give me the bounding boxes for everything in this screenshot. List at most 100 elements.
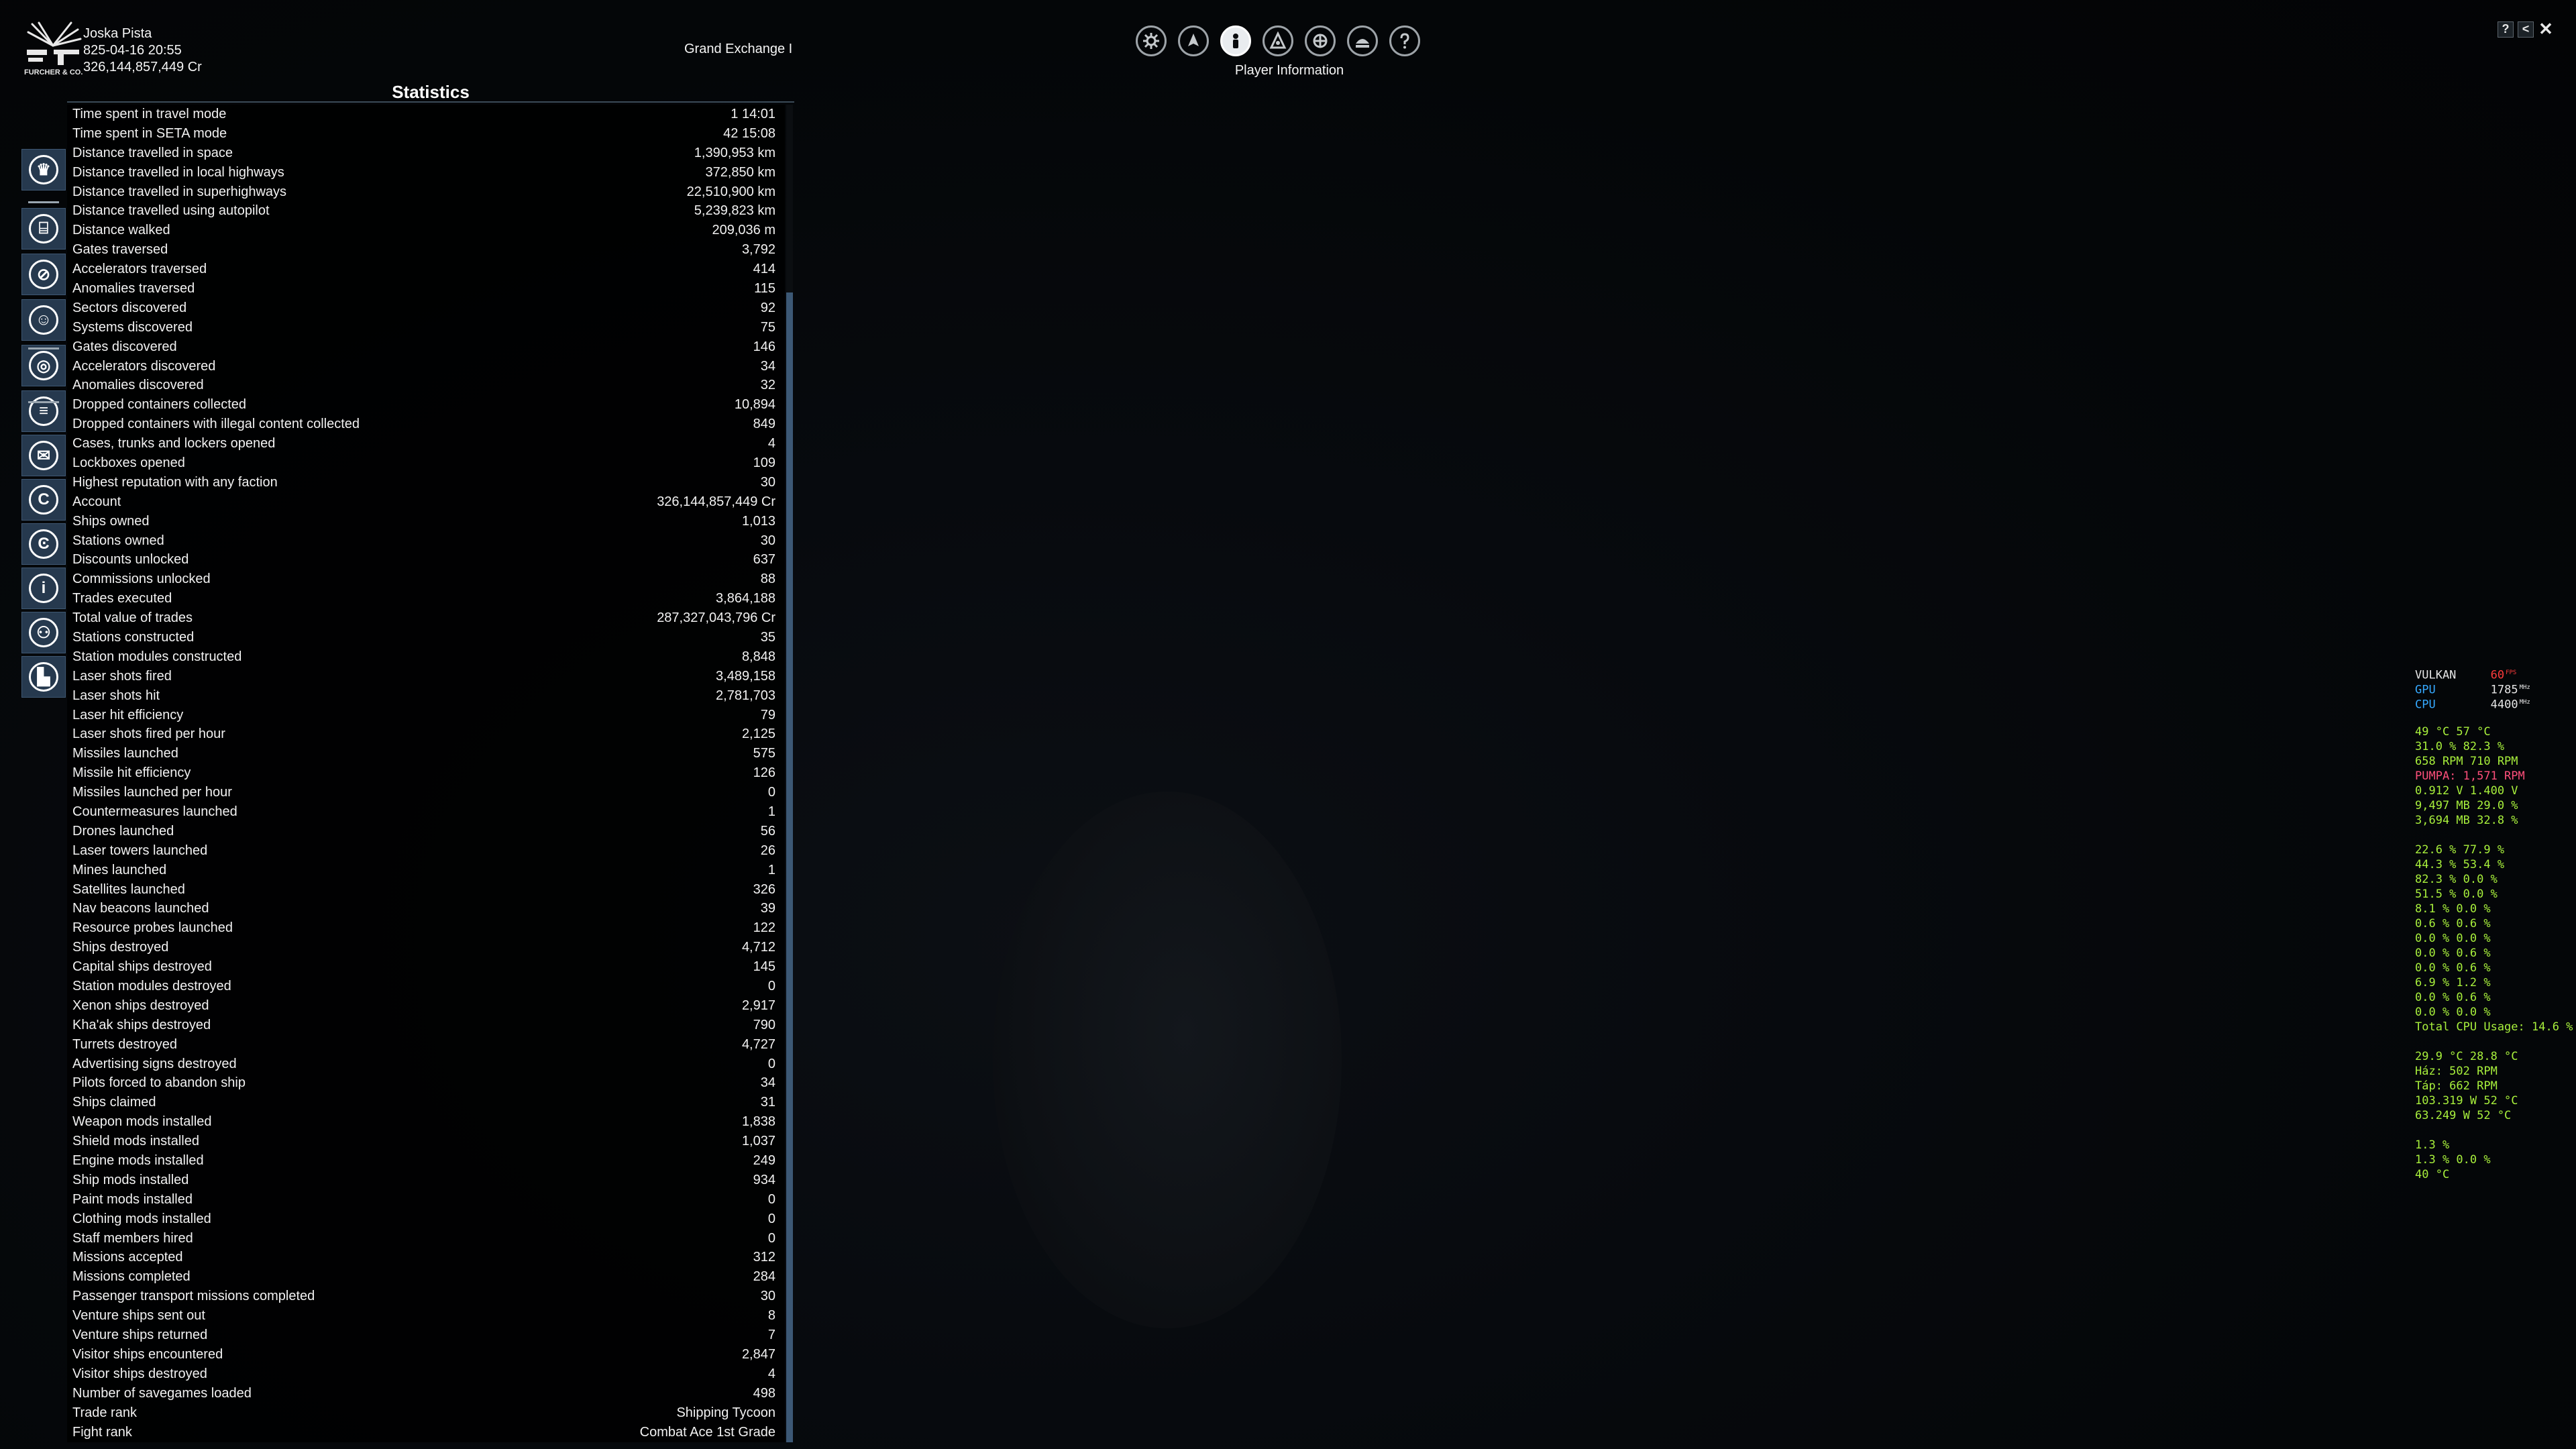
stat-label: Distance travelled using autopilot bbox=[72, 203, 270, 219]
hw-metric-line: 0.6 % 0.6 % bbox=[2415, 917, 2491, 930]
ship-icon[interactable] bbox=[1178, 25, 1209, 56]
help-icon[interactable] bbox=[1389, 25, 1420, 56]
stat-label: Commissions unlocked bbox=[72, 572, 211, 587]
hw-metric-line: 0.0 % 0.6 % bbox=[2415, 991, 2491, 1004]
stat-label: Distance walked bbox=[72, 223, 170, 238]
close-button[interactable]: ✕ bbox=[2538, 20, 2554, 38]
stat-value: Combat Ace 1st Grade bbox=[639, 1424, 775, 1440]
stat-value: 849 bbox=[753, 417, 775, 432]
stat-row: Paint mods installed 0 bbox=[67, 1190, 785, 1210]
player-icon[interactable] bbox=[1220, 25, 1251, 56]
stat-label: Ships claimed bbox=[72, 1095, 156, 1110]
compass-icon[interactable]: ⊘ bbox=[21, 254, 66, 295]
hw-metric-line: 103.319 W 52 °C bbox=[2415, 1094, 2518, 1108]
stat-value: 498 bbox=[753, 1385, 775, 1401]
inventory-icon[interactable]: ≡ bbox=[21, 390, 66, 432]
stat-value: 34 bbox=[760, 358, 775, 374]
character-icon[interactable]: ☺ bbox=[21, 299, 66, 341]
stat-label: Laser towers launched bbox=[72, 843, 208, 858]
menu-title: Player Information bbox=[1234, 63, 1344, 78]
credits-icon[interactable]: C bbox=[21, 479, 66, 521]
crown-icon[interactable]: ♛ bbox=[21, 149, 66, 191]
stat-row: Cases, trunks and lockers opened 4 bbox=[67, 434, 785, 453]
stat-value: 284 bbox=[753, 1269, 775, 1285]
faction-icon[interactable] bbox=[1263, 25, 1293, 56]
stat-value: 0 bbox=[767, 1230, 775, 1246]
stat-row: Engine mods installed 249 bbox=[67, 1151, 785, 1171]
encyclopedia-icon[interactable] bbox=[1347, 25, 1378, 56]
hw-metric-line: 0.0 % 0.6 % bbox=[2415, 961, 2491, 975]
top-menu-bar bbox=[1136, 25, 1420, 56]
target-icon[interactable]: ◎ bbox=[21, 345, 66, 386]
player-name: Joska Pista bbox=[83, 26, 152, 41]
statistics-divider bbox=[67, 101, 794, 103]
stat-label: Anomalies discovered bbox=[72, 378, 204, 393]
stat-label: Venture ships returned bbox=[72, 1328, 208, 1343]
stat-label: Visitor ships destroyed bbox=[72, 1366, 207, 1381]
stat-value: 30 bbox=[760, 533, 775, 548]
cpu-value: 4400 bbox=[2490, 698, 2518, 712]
target-icon-glyph: ◎ bbox=[29, 351, 58, 380]
compass-icon-glyph: ⊘ bbox=[29, 260, 58, 289]
stat-value: 287,327,043,796 Cr bbox=[657, 610, 775, 626]
stat-row: Laser shots fired 3,489,158 bbox=[67, 667, 785, 686]
stat-row: Laser shots hit 2,781,703 bbox=[67, 686, 785, 706]
stat-label: Anomalies traversed bbox=[72, 280, 195, 296]
stat-value: 0 bbox=[767, 1211, 775, 1226]
stat-value: 32 bbox=[760, 378, 775, 393]
stat-value: 1 bbox=[767, 804, 775, 819]
stat-row: Distance travelled in space 1,390,953 km bbox=[67, 144, 785, 163]
info-icon[interactable]: i bbox=[21, 568, 66, 609]
stat-row: Countermeasures launched 1 bbox=[67, 802, 785, 822]
hw-metric-line: 1.3 % 0.0 % bbox=[2415, 1153, 2491, 1167]
stat-row: Time spent in travel mode 1 14:01 bbox=[67, 105, 785, 124]
stat-value: 145 bbox=[753, 959, 775, 975]
stat-row: Sectors discovered 92 bbox=[67, 299, 785, 318]
hw-metric-line: 0.912 V 1.400 V bbox=[2415, 784, 2518, 798]
stat-value: 88 bbox=[760, 572, 775, 587]
stat-value: 22,510,900 km bbox=[686, 184, 775, 199]
logo-text: FURCHER & CO. bbox=[24, 68, 83, 76]
ce-icon[interactable]: Ͼ bbox=[21, 523, 66, 565]
stat-label: Kha'ak ships destroyed bbox=[72, 1017, 211, 1032]
stat-value: 30 bbox=[760, 1289, 775, 1304]
stat-label: Satellites launched bbox=[72, 881, 185, 897]
stat-value: 8 bbox=[767, 1308, 775, 1324]
stat-row: Venture ships sent out 8 bbox=[67, 1306, 785, 1326]
stats-chart-icon[interactable]: ▙ bbox=[21, 656, 66, 698]
stat-value: 0 bbox=[767, 979, 775, 994]
stat-value: Shipping Tycoon bbox=[676, 1405, 775, 1420]
stat-row: Turrets destroyed 4,727 bbox=[67, 1035, 785, 1055]
back-button[interactable]: < bbox=[2518, 21, 2534, 38]
stat-value: 2,847 bbox=[741, 1346, 775, 1362]
stat-row: Nav beacons launched 39 bbox=[67, 900, 785, 919]
stat-label: Station modules constructed bbox=[72, 649, 242, 664]
stat-row: Dropped containers with illegal content … bbox=[67, 415, 785, 434]
hw-metric-line: Táp: 662 RPM bbox=[2415, 1079, 2498, 1093]
stat-value: 30 bbox=[760, 474, 775, 490]
stat-value: 75 bbox=[760, 319, 775, 335]
gear-icon[interactable] bbox=[1136, 25, 1167, 56]
empire-icon[interactable] bbox=[1305, 25, 1336, 56]
staff-icon[interactable]: ⚇ bbox=[21, 612, 66, 653]
stat-label: Engine mods installed bbox=[72, 1153, 204, 1169]
scrollbar-thumb[interactable] bbox=[786, 292, 793, 1442]
stat-label: Trades executed bbox=[72, 591, 172, 606]
logbook-icon[interactable]: ⌸ bbox=[21, 208, 66, 250]
hw-metric-line: 40 °C bbox=[2415, 1168, 2450, 1181]
hw-group-misc: 1.3 % 1.3 % 0.0 % 40 °C bbox=[2415, 1138, 2573, 1182]
stat-value: 126 bbox=[753, 765, 775, 781]
hw-metric-line: 3,694 MB 32.8 % bbox=[2415, 814, 2518, 827]
stat-row: Capital ships destroyed 145 bbox=[67, 957, 785, 977]
stat-label: Ships owned bbox=[72, 513, 150, 529]
stat-value: 92 bbox=[760, 300, 775, 315]
mail-icon[interactable]: ✉ bbox=[21, 435, 66, 476]
stat-value: 115 bbox=[754, 280, 775, 296]
statistics-scrollbar[interactable] bbox=[786, 105, 793, 1442]
stat-label: Number of savegames loaded bbox=[72, 1385, 252, 1401]
help-button[interactable]: ? bbox=[2498, 21, 2514, 38]
stat-label: Time spent in travel mode bbox=[72, 106, 227, 121]
statistics-list: Time spent in travel mode 1 14:01 Time spe… bbox=[67, 105, 785, 1442]
stat-row: Advertising signs destroyed 0 bbox=[67, 1055, 785, 1074]
stat-label: Accelerators traversed bbox=[72, 262, 207, 277]
